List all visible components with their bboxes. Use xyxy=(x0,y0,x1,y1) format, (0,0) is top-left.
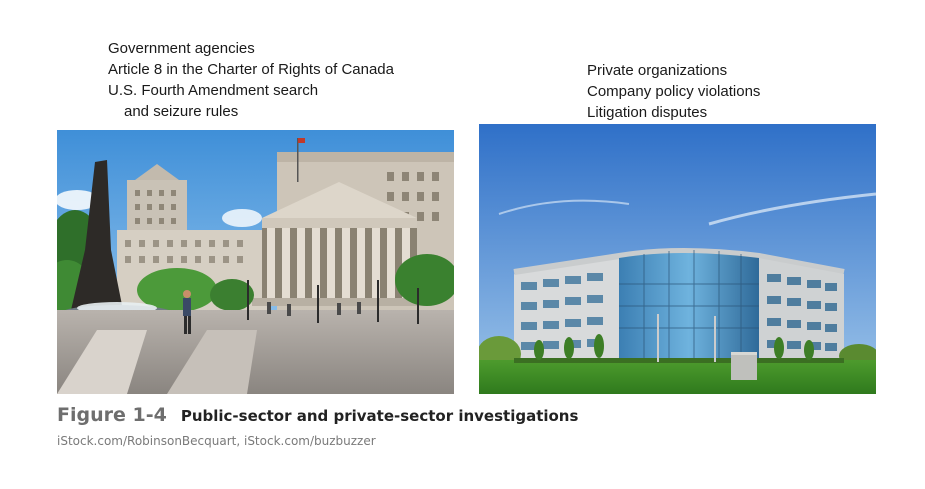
courthouse-photo xyxy=(57,130,454,394)
public-sector-item: U.S. Fourth Amendment search xyxy=(108,82,319,99)
private-sector-item: Company policy violations xyxy=(587,83,761,100)
figure-caption: Figure 1-4 Public-sector and private-sect… xyxy=(57,404,578,426)
private-sector-item: Litigation disputes xyxy=(587,104,708,121)
image-credit: iStock.com/RobinsonBecquart, iStock.com/… xyxy=(57,434,376,448)
public-sector-item: Article 8 in the Charter of Rights of Ca… xyxy=(108,61,394,78)
public-sector-list: Government agencies Article 8 in the Cha… xyxy=(108,38,394,122)
private-sector-item: Private organizations xyxy=(587,62,728,79)
public-sector-item-continued: and seizure rules xyxy=(124,103,239,120)
figure-number: Figure 1-4 xyxy=(57,404,167,426)
office-building-photo xyxy=(479,124,876,394)
figure-title: Public-sector and private-sector investi… xyxy=(180,407,579,425)
private-sector-list: Private organizations Company policy vio… xyxy=(587,60,760,123)
public-sector-item: Government agencies xyxy=(108,40,255,57)
